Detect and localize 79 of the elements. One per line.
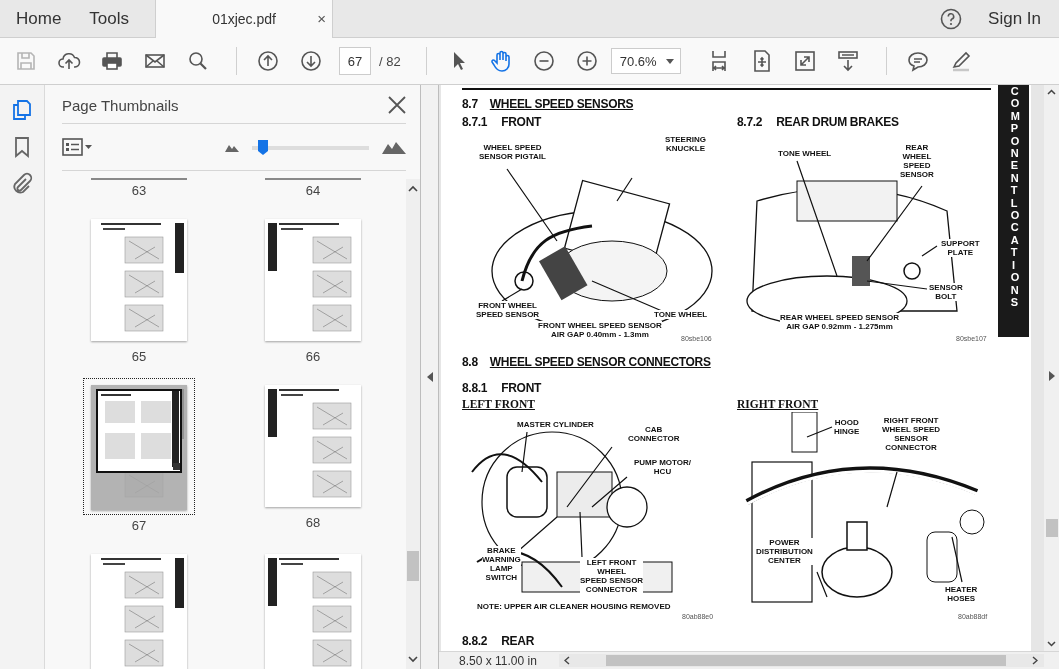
tab-close-button[interactable]: × — [317, 10, 327, 27]
large-thumbnails-icon[interactable] — [382, 140, 406, 154]
callout-label: CAB CONNECTOR — [628, 425, 680, 443]
callout-label: REAR WHEEL SPEED SENSOR AIR GAP 0.92mm - 1.275mm — [780, 313, 899, 331]
callout-label: RIGHT FRONT WHEEL SPEED SENSOR CONNECTOR — [882, 416, 941, 452]
page-number: 64 — [305, 183, 321, 198]
callout-label: LEFT FRONT WHEEL SPEED SENSOR CONNECTOR — [580, 558, 644, 594]
scroll-mode-icon[interactable] — [835, 49, 860, 73]
printer-icon[interactable] — [100, 49, 124, 73]
panel-title: Page Thumbnails — [62, 96, 179, 114]
pages-icon[interactable] — [10, 98, 34, 122]
arrow-up-icon[interactable] — [256, 49, 280, 73]
zoom-dropdown[interactable]: 70.6% — [610, 48, 681, 74]
arrow-down-icon[interactable] — [299, 49, 323, 73]
list-options-icon[interactable] — [62, 138, 94, 156]
slider-thumb[interactable] — [258, 139, 269, 155]
scrollbar-thumb[interactable] — [1045, 519, 1058, 537]
tab[interactable]: Home — [0, 0, 76, 37]
page-number: 68 — [305, 515, 321, 530]
zoom-in-icon[interactable] — [574, 49, 599, 73]
page-number-field[interactable]: 67 — [339, 47, 371, 75]
callout-label: WHEEL SPEED SENSOR PIGTAIL — [479, 143, 546, 161]
subsection-heading: REAR DRUM BRAKES — [776, 115, 899, 129]
section-number: 8.8 — [462, 355, 478, 369]
page-size: 8.50 x 11.00 in — [459, 653, 538, 668]
callout-label: HOOD HINGE — [834, 418, 860, 436]
page-number: 65 — [131, 349, 147, 364]
expand-right-icon[interactable] — [1048, 371, 1055, 381]
section-heading: WHEEL SPEED SENSOR CONNECTORS — [489, 355, 711, 369]
callout-label: SUPPORT PLATE — [941, 239, 980, 257]
section-heading: WHEEL SPEED SENSORS — [489, 97, 634, 111]
scrollbar-thumb[interactable] — [407, 551, 420, 581]
caret-icon[interactable] — [665, 58, 674, 64]
callout-label: HEATER HOSES — [945, 585, 978, 603]
page-count: / 82 — [379, 53, 401, 69]
page-number: 66 — [305, 349, 321, 364]
scroll-right-icon[interactable] — [1032, 656, 1038, 665]
subsection-heading: REAR — [501, 634, 534, 648]
subsection-heading: FRONT — [501, 115, 542, 129]
scrollbar-thumb[interactable] — [606, 655, 1006, 666]
hand-icon[interactable] — [488, 49, 513, 73]
page-number: 63 — [131, 183, 147, 198]
subsection-number: 8.8.1 — [462, 381, 488, 395]
figure-label: LEFT FRONT — [462, 398, 536, 410]
callout-label: BRAKE WARNING LAMP SWITCH — [482, 546, 521, 582]
sign-in-link[interactable]: Sign In — [982, 7, 1047, 30]
subsection-number: 8.8.2 — [462, 634, 488, 648]
paperclip-icon[interactable] — [10, 172, 34, 196]
subsection-number: 8.7.2 — [737, 115, 763, 129]
callout-label: MASTER CYLINDER — [517, 420, 594, 429]
scroll-left-icon[interactable] — [564, 656, 570, 665]
callout-label: FRONT WHEEL SPEED SENSOR AIR GAP 0.40mm - 1.3mm — [538, 321, 662, 339]
tab[interactable]: Tools — [75, 0, 144, 37]
subsection-heading: FRONT — [501, 381, 542, 395]
callout-label: SENSOR BOLT — [929, 283, 963, 301]
scroll-down-icon[interactable] — [1047, 641, 1056, 647]
section-number: 8.7 — [462, 97, 478, 111]
close-icon[interactable] — [388, 96, 406, 114]
fullscreen-icon[interactable] — [792, 49, 817, 73]
page-number: 67 — [131, 518, 147, 533]
callout-label: FRONT WHEEL SPEED SENSOR — [476, 301, 540, 319]
help-icon[interactable] — [940, 7, 963, 30]
collapse-left-icon[interactable] — [426, 372, 433, 382]
callout-label: PUMP MOTOR/ HCU — [634, 458, 692, 476]
callout-label: NOTE: UPPER AIR CLEANER HOUSING REMOVED — [477, 602, 671, 611]
comment-icon[interactable] — [905, 49, 930, 73]
tab[interactable]: 01xjec.pdf × — [155, 0, 334, 38]
scroll-down-icon[interactable] — [408, 656, 419, 663]
scroll-up-icon[interactable] — [408, 185, 419, 192]
scroll-up-icon[interactable] — [1047, 89, 1056, 95]
callout-label: TONE WHEEL — [654, 310, 708, 319]
page-thumbnail[interactable] — [83, 378, 195, 515]
callout-label: REAR WHEEL SPEED SENSOR — [900, 143, 934, 179]
callout-label: TONE WHEEL — [778, 149, 832, 158]
callout-label: POWER DISTRIBUTION CENTER — [756, 538, 813, 565]
callout-label: STEERING KNUCKLE — [665, 135, 706, 153]
subsection-number: 8.7.1 — [462, 115, 488, 129]
zoom-out-icon[interactable] — [531, 49, 556, 73]
figure-label: RIGHT FRONT — [737, 398, 820, 410]
